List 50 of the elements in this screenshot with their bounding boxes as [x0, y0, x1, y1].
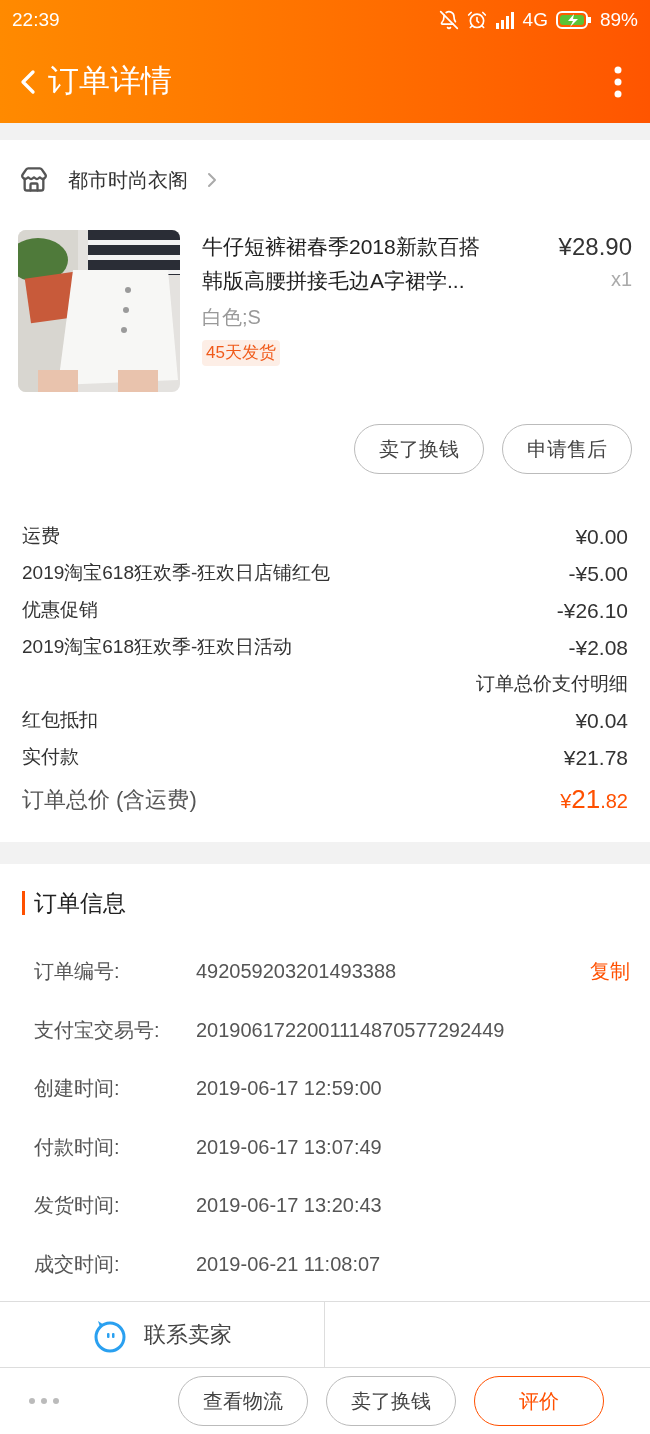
network-label: 4G: [522, 7, 548, 32]
shop-name[interactable]: 都市时尚衣阁: [68, 165, 188, 195]
fee-value: -¥5.00: [568, 560, 628, 587]
more-button[interactable]: [614, 65, 622, 98]
total-price: ¥21.82: [560, 782, 628, 816]
fee-value: ¥0.04: [575, 707, 628, 734]
info-label: 成交时间:: [34, 1251, 121, 1277]
product-sku: 白色;S: [202, 305, 262, 330]
fee-label: 2019淘宝618狂欢季-狂欢日活动: [22, 635, 293, 660]
fee-label: 运费: [22, 524, 60, 549]
shipping-tag: 45天发货: [202, 340, 280, 366]
battery-level: 89%: [599, 7, 638, 32]
alarm-icon: [466, 10, 487, 30]
product-price: ¥28.90: [558, 232, 632, 262]
page-title: 订单详情: [48, 62, 172, 101]
fee-value: ¥21.78: [563, 744, 628, 771]
product-title[interactable]: 牛仔短裤裙春季2018新款百搭韩版高腰拼接毛边A字裙学...: [202, 230, 492, 298]
info-label: 发货时间:: [34, 1193, 121, 1219]
fee-value: ¥0.00: [575, 523, 628, 550]
fee-label: 2019淘宝618狂欢季-狂欢日店铺红包: [22, 561, 331, 586]
status-time: 22:39: [12, 7, 60, 32]
action-button[interactable]: 卖了换钱: [354, 424, 484, 474]
info-value: 2019061722001114870577292449: [196, 1017, 505, 1043]
info-value: 2019-06-17 13:07:49: [196, 1134, 382, 1160]
payment-detail-link[interactable]: 订单总价支付明细: [476, 669, 628, 699]
info-label: 创建时间:: [34, 1076, 121, 1102]
info-value: 492059203201493388: [196, 959, 397, 985]
total-label: 订单总价 (含运费): [22, 785, 197, 814]
info-value: 2019-06-17 12:59:00: [196, 1076, 382, 1102]
product-quantity: x1: [610, 267, 632, 292]
fee-label: 实付款: [22, 745, 79, 770]
store-icon: [20, 166, 48, 194]
action-button[interactable]: 查看物流: [178, 1376, 308, 1426]
fee-label: 红包抵扣: [22, 708, 98, 733]
action-button[interactable]: 申请售后: [502, 424, 632, 474]
info-value: 2019-06-21 11:08:07: [196, 1251, 381, 1277]
more-dots-icon[interactable]: [28, 1397, 60, 1405]
action-button[interactable]: 卖了换钱: [326, 1376, 456, 1426]
more-icon: [614, 65, 622, 98]
info-label: 付款时间:: [34, 1134, 121, 1160]
battery-icon: [555, 11, 592, 29]
signal-icon: [494, 11, 515, 29]
bell-off-icon: [438, 10, 459, 30]
info-value: 2019-06-17 13:20:43: [196, 1193, 382, 1219]
info-label: 支付宝交易号:: [34, 1017, 161, 1043]
fee-value: -¥2.08: [568, 634, 628, 661]
section-title: 订单信息: [22, 891, 126, 915]
fee-label: 优惠促销: [22, 598, 98, 623]
fee-value: -¥26.10: [556, 597, 628, 624]
info-label: 订单编号:: [34, 959, 121, 985]
